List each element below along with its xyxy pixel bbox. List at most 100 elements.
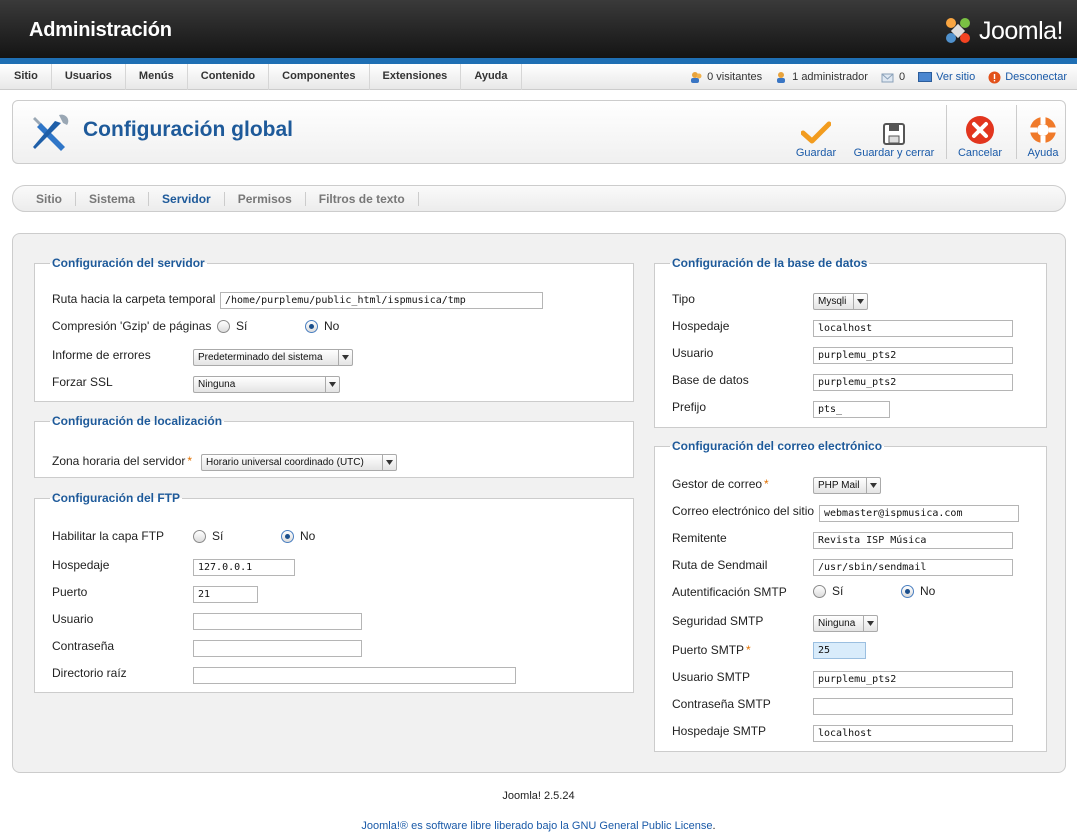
mail-legend: Configuración del correo electrónico xyxy=(672,439,883,453)
menu-item-ayuda[interactable]: Ayuda xyxy=(461,64,522,90)
ftp-port-label: Puerto xyxy=(52,585,88,599)
radio-button-selected[interactable] xyxy=(305,319,318,333)
monitor-icon xyxy=(918,71,933,83)
ftp-password-input[interactable] xyxy=(193,640,362,657)
menu-item-contenido[interactable]: Contenido xyxy=(188,64,270,90)
chevron-down-icon xyxy=(863,616,877,631)
save-close-button[interactable]: Guardar y cerrar xyxy=(849,101,939,163)
smtp-password-input[interactable] xyxy=(813,698,1013,715)
force-ssl-label: Forzar SSL xyxy=(52,375,113,389)
ftp-port-input[interactable]: 21 xyxy=(193,586,258,603)
database-legend: Configuración de la base de datos xyxy=(672,256,868,270)
required-asterisk: * xyxy=(187,454,193,468)
gzip-no-radio[interactable]: No xyxy=(305,319,339,333)
view-site-link[interactable]: Ver sitio xyxy=(918,71,975,83)
joomla-logo[interactable]: Joomla! xyxy=(943,14,1064,48)
logout-link[interactable]: Desconectar xyxy=(988,71,1067,84)
smtp-user-label: Usuario SMTP xyxy=(672,670,751,684)
view-site-label: Ver sitio xyxy=(936,71,976,83)
tab-sistema[interactable]: Sistema xyxy=(76,191,150,206)
radio-button[interactable] xyxy=(217,319,230,333)
menu-item-extensiones[interactable]: Extensiones xyxy=(370,64,462,90)
messages-icon xyxy=(881,71,895,83)
locale-fieldset: Configuración de localización Zona horar… xyxy=(34,414,634,478)
logout-icon xyxy=(988,71,1001,84)
error-report-value: Predeterminado del sistema xyxy=(198,352,323,363)
radio-button[interactable] xyxy=(813,584,826,598)
page-title: Configuración global xyxy=(83,118,293,141)
sender-input[interactable]: Revista ISP Música xyxy=(813,532,1013,549)
gzip-yes-label: Sí xyxy=(236,319,248,333)
radio-button-selected[interactable] xyxy=(281,529,294,543)
mailer-select[interactable]: PHP Mail xyxy=(813,477,881,494)
ftp-no-radio[interactable]: No xyxy=(281,529,315,543)
menu-item-componentes[interactable]: Componentes xyxy=(269,64,370,90)
smtp-port-label: Puerto SMTP * xyxy=(672,643,751,657)
ftp-user-input[interactable] xyxy=(193,613,362,630)
smtp-host-input[interactable]: localhost xyxy=(813,725,1013,742)
license-prefix: Joomla!® es software libre liberado bajo… xyxy=(361,820,572,832)
ftp-enable-label: Habilitar la capa FTP xyxy=(52,529,165,543)
cancel-button[interactable]: Cancelar xyxy=(953,101,1007,163)
error-report-select[interactable]: Predeterminado del sistema xyxy=(193,349,353,366)
admins-count: 1 administrador xyxy=(792,71,868,83)
help-button[interactable]: Ayuda xyxy=(1021,101,1065,163)
radio-button[interactable] xyxy=(193,529,206,543)
cancel-label: Cancelar xyxy=(957,147,1003,159)
checkmark-icon xyxy=(790,111,842,147)
db-prefix-label: Prefijo xyxy=(672,400,707,414)
ftp-fieldset: Configuración del FTP Habilitar la capa … xyxy=(34,491,634,693)
radio-button-selected[interactable] xyxy=(901,584,914,598)
config-panel: Configuración del servidor Ruta hacia la… xyxy=(12,233,1066,773)
visitors-status: 0 visitantes xyxy=(690,71,762,84)
smtp-auth-label: Autentificación SMTP xyxy=(672,585,787,599)
db-type-select[interactable]: Mysqli xyxy=(813,293,868,310)
config-tabs: Sitio Sistema Servidor Permisos Filtros … xyxy=(12,185,1066,212)
version-footer: Joomla! 2.5.24 xyxy=(502,790,575,802)
db-user-input[interactable]: purplemu_pts2 xyxy=(813,347,1013,364)
sendmail-path-input[interactable]: /usr/sbin/sendmail xyxy=(813,559,1013,576)
sender-label: Remitente xyxy=(672,531,727,545)
gpl-link[interactable]: GNU General Public License xyxy=(572,820,713,832)
status-bar: 0 visitantes 1 administrador 0 Ver sitio… xyxy=(677,64,1067,90)
site-email-input[interactable]: webmaster@ispmusica.com xyxy=(819,505,1019,522)
smtp-auth-no-label: No xyxy=(920,584,936,598)
menu-item-menus[interactable]: Menús xyxy=(126,64,188,90)
messages-count: 0 xyxy=(898,71,906,83)
logo-text: Joomla! xyxy=(978,16,1064,45)
tab-filtros-de-texto[interactable]: Filtros de texto xyxy=(306,191,419,206)
smtp-auth-no-radio[interactable]: No xyxy=(901,584,935,598)
server-fieldset: Configuración del servidor Ruta hacia la… xyxy=(34,256,634,402)
tab-servidor[interactable]: Servidor xyxy=(149,191,225,206)
ftp-root-input[interactable] xyxy=(193,667,516,684)
db-name-input[interactable]: purplemu_pts2 xyxy=(813,374,1013,391)
force-ssl-select[interactable]: Ninguna xyxy=(193,376,340,393)
sendmail-path-label: Ruta de Sendmail xyxy=(672,558,768,572)
site-email-label: Correo electrónico del sitio xyxy=(672,504,815,518)
save-button[interactable]: Guardar xyxy=(790,101,842,163)
error-report-label: Informe de errores xyxy=(52,348,151,362)
logout-label: Desconectar xyxy=(1005,71,1067,83)
smtp-password-label: Contraseña SMTP xyxy=(672,697,771,711)
db-host-input[interactable]: localhost xyxy=(813,320,1013,337)
smtp-auth-yes-radio[interactable]: Sí xyxy=(813,584,843,598)
db-host-label: Hospedaje xyxy=(672,319,730,333)
toolbar-divider xyxy=(946,105,947,159)
chevron-down-icon xyxy=(866,478,880,493)
smtp-port-input[interactable]: 25 xyxy=(813,642,866,659)
smtp-security-select[interactable]: Ninguna xyxy=(813,615,878,632)
gzip-yes-radio[interactable]: Sí xyxy=(217,319,247,333)
tab-permisos[interactable]: Permisos xyxy=(225,191,306,206)
tmp-path-input[interactable]: /home/purplemu/public_html/ispmusica/tmp xyxy=(220,292,543,309)
tab-sitio[interactable]: Sitio xyxy=(23,191,76,206)
smtp-user-input[interactable]: purplemu_pts2 xyxy=(813,671,1013,688)
timezone-select[interactable]: Horario universal coordinado (UTC) xyxy=(201,454,397,471)
ftp-yes-radio[interactable]: Sí xyxy=(193,529,223,543)
ftp-host-input[interactable]: 127.0.0.1 xyxy=(193,559,295,576)
lifebuoy-icon xyxy=(1021,111,1065,147)
menu-item-usuarios[interactable]: Usuarios xyxy=(52,64,126,90)
menu-item-sitio[interactable]: Sitio xyxy=(0,64,52,90)
db-type-label: Tipo xyxy=(672,292,695,306)
db-prefix-input[interactable]: pts_ xyxy=(813,401,890,418)
messages-status[interactable]: 0 xyxy=(881,71,905,83)
